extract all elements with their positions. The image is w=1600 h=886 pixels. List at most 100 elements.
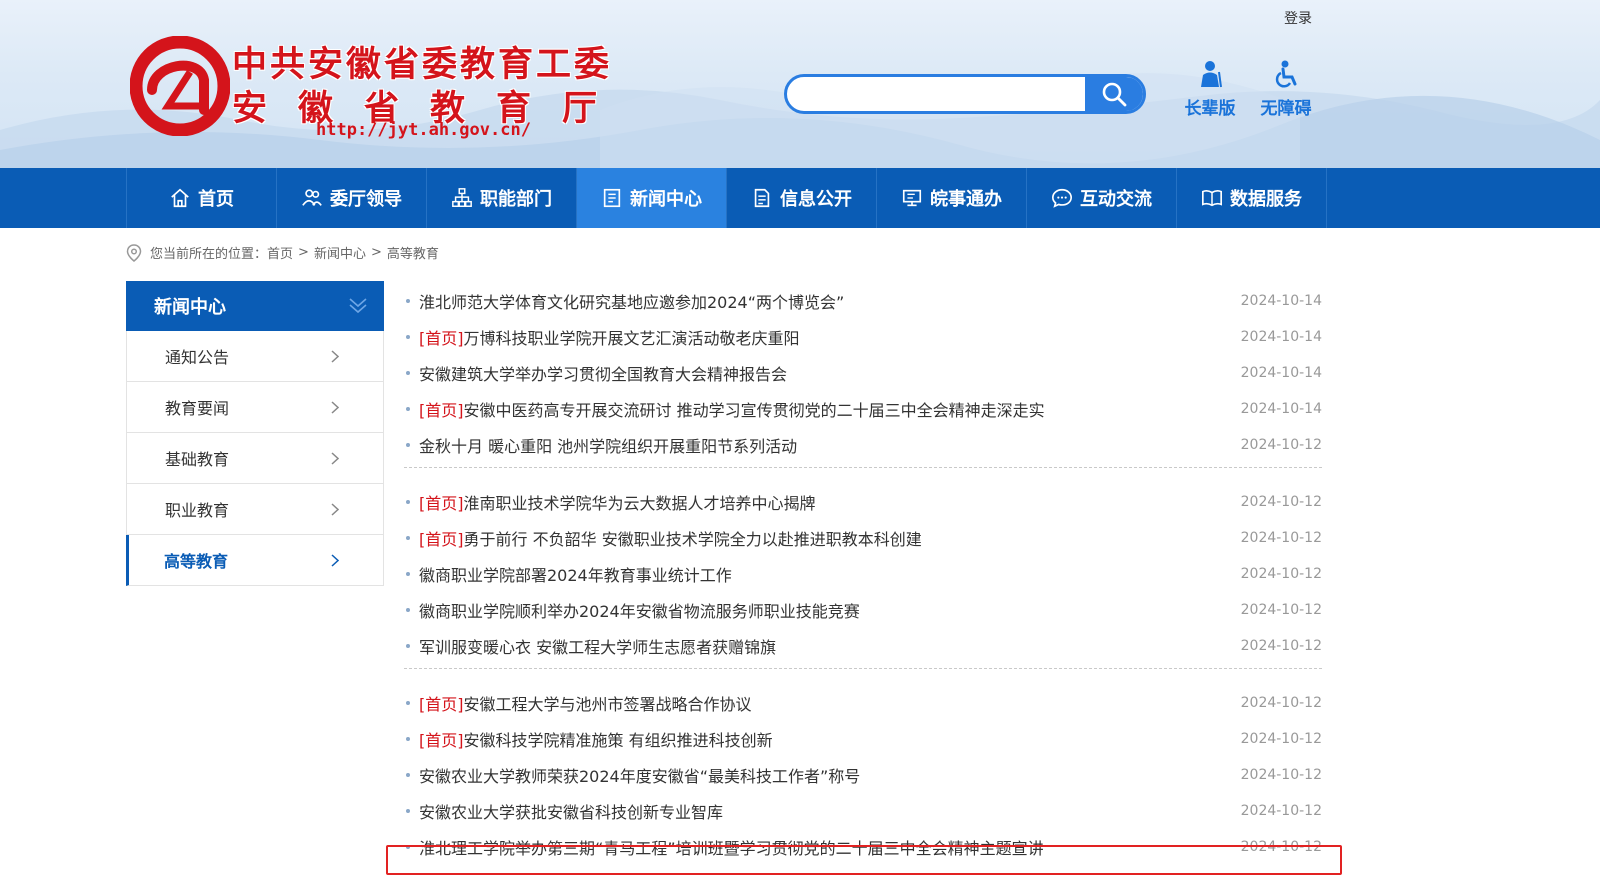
bullet-icon	[406, 809, 410, 813]
news-title[interactable]: 徽商职业学院部署2024年教育事业统计工作	[419, 562, 732, 586]
bullet-icon	[406, 407, 410, 411]
news-date: 2024-10-12	[1240, 803, 1322, 819]
news-title[interactable]: 万博科技职业学院开展文艺汇演活动敬老庆重阳	[464, 325, 800, 349]
news-title[interactable]: 徽商职业学院顺利举办2024年安徽省物流服务师职业技能竞赛	[419, 598, 860, 622]
nav-item-5[interactable]: 皖事通办	[877, 168, 1027, 228]
news-tag[interactable]: [首页]	[419, 727, 464, 751]
sidebar-item[interactable]: 基础教育	[126, 433, 384, 484]
news-row[interactable]: 淮北理工学院举办第三期“青马工程”培训班暨学习贯彻党的二十届三中全会精神主题宣讲…	[404, 829, 1322, 865]
nav-item-6[interactable]: 互动交流	[1027, 168, 1177, 228]
breadcrumb-separator: >	[370, 245, 382, 260]
search-button[interactable]	[1085, 77, 1143, 111]
nav-item-label: 信息公开	[780, 189, 852, 210]
news-date: 2024-10-14	[1240, 329, 1322, 345]
sidebar-item[interactable]: 教育要闻	[126, 382, 384, 433]
news-row[interactable]: [首页] 万博科技职业学院开展文艺汇演活动敬老庆重阳 2024-10-14	[404, 319, 1322, 355]
nav-item-label: 皖事通办	[930, 189, 1002, 210]
news-row[interactable]: [首页] 安徽工程大学与池州市签署战略合作协议 2024-10-12	[404, 685, 1322, 721]
news-title[interactable]: 勇于前行 不负韶华 安徽职业技术学院全力以赴推进职教本科创建	[464, 526, 922, 550]
search-input[interactable]	[787, 77, 1085, 111]
book-icon	[1202, 190, 1222, 207]
news-row[interactable]: 军训服变暖心衣 安徽工程大学师生志愿者获赠锦旗 2024-10-12	[404, 628, 1322, 664]
news-group: [首页] 淮南职业技术学院华为云大数据人才培养中心揭牌 2024-10-12 [首页]…	[404, 484, 1322, 669]
elder-icon	[1201, 61, 1222, 88]
sidebar-item[interactable]: 通知公告	[126, 331, 384, 382]
news-date: 2024-10-12	[1240, 437, 1322, 453]
sidebar-item[interactable]: 高等教育	[126, 535, 384, 586]
news-title[interactable]: 安徽建筑大学举办学习贯彻全国教育大会精神报告会	[419, 361, 787, 385]
nav-item-label: 新闻中心	[630, 189, 702, 210]
news-title[interactable]: 军训服变暖心衣 安徽工程大学师生志愿者获赠锦旗	[419, 634, 776, 658]
login-link[interactable]: 登录	[1284, 8, 1312, 28]
news-title[interactable]: 安徽农业大学获批安徽省科技创新专业智库	[419, 799, 723, 823]
news-title[interactable]: 金秋十月 暖心重阳 池州学院组织开展重阳节系列活动	[419, 433, 797, 457]
nav-item-label: 数据服务	[1230, 189, 1302, 210]
news-row[interactable]: [首页] 勇于前行 不负韶华 安徽职业技术学院全力以赴推进职教本科创建 2024-1…	[404, 520, 1322, 556]
nav-item-2[interactable]: 职能部门	[427, 168, 577, 228]
elder-mode-button[interactable]: 长辈版	[1180, 60, 1240, 119]
news-row[interactable]: 安徽农业大学教师荣获2024年度安徽省“最美科技工作者”称号 2024-10-12	[404, 757, 1322, 793]
news-date: 2024-10-12	[1240, 638, 1322, 654]
people-icon	[302, 189, 322, 206]
nav-item-label: 互动交流	[1080, 189, 1152, 210]
news-title[interactable]: 淮北师范大学体育文化研究基地应邀参加2024“两个博览会”	[419, 289, 844, 313]
news-row[interactable]: 徽商职业学院部署2024年教育事业统计工作 2024-10-12	[404, 556, 1322, 592]
news-date: 2024-10-12	[1240, 695, 1322, 711]
breadcrumb-current[interactable]: 高等教育	[387, 243, 439, 262]
news-row[interactable]: [首页] 淮南职业技术学院华为云大数据人才培养中心揭牌 2024-10-12	[404, 484, 1322, 520]
news-row[interactable]: 淮北师范大学体育文化研究基地应邀参加2024“两个博览会” 2024-10-14	[404, 283, 1322, 319]
bullet-icon	[406, 701, 410, 705]
sidebar-item-label: 通知公告	[165, 348, 230, 367]
news-tag-label: 首页	[425, 494, 458, 513]
bullet-icon	[406, 443, 410, 447]
breadcrumb: 您当前所在的位置： 首页 > 新闻中心 > 高等教育	[126, 243, 439, 262]
news-row[interactable]: [首页] 安徽科技学院精准施策 有组织推进科技创新 2024-10-12	[404, 721, 1322, 757]
nav-item-1[interactable]: 委厅领导	[277, 168, 427, 228]
nav-item-0[interactable]: 首页	[127, 168, 277, 228]
news-title[interactable]: 淮南职业技术学院华为云大数据人才培养中心揭牌	[464, 490, 816, 514]
news-row[interactable]: 金秋十月 暖心重阳 池州学院组织开展重阳节系列活动 2024-10-12	[404, 427, 1322, 463]
accessibility-button[interactable]: 无障碍	[1256, 60, 1316, 119]
news-row[interactable]: 徽商职业学院顺利举办2024年安徽省物流服务师职业技能竞赛 2024-10-12	[404, 592, 1322, 628]
news-row[interactable]: 安徽建筑大学举办学习贯彻全国教育大会精神报告会 2024-10-14	[404, 355, 1322, 391]
double-chevron-down-icon	[349, 298, 367, 314]
nav-item-label: 职能部门	[480, 189, 552, 210]
news-tag-label: 首页	[425, 530, 458, 549]
news-row[interactable]: [首页] 安徽中医药高专开展交流研讨 推动学习宣传贯彻党的二十届三中全会精神走深走…	[404, 391, 1322, 427]
nav-item-7[interactable]: 数据服务	[1177, 168, 1327, 228]
org-chart-icon	[452, 188, 472, 207]
news-icon	[603, 188, 621, 208]
news-list: 淮北师范大学体育文化研究基地应邀参加2024“两个博览会” 2024-10-14[…	[404, 283, 1322, 885]
breadcrumb-section[interactable]: 新闻中心	[314, 243, 366, 262]
bullet-icon	[406, 536, 410, 540]
news-title[interactable]: 安徽中医药高专开展交流研讨 推动学习宣传贯彻党的二十届三中全会精神走深走实	[464, 397, 1045, 421]
news-group: [首页] 安徽工程大学与池州市签署战略合作协议 2024-10-12 [首页] 安徽科技…	[404, 685, 1322, 869]
news-title[interactable]: 安徽农业大学教师荣获2024年度安徽省“最美科技工作者”称号	[419, 763, 860, 787]
news-tag[interactable]: [首页]	[419, 490, 464, 514]
news-tag[interactable]: [首页]	[419, 691, 464, 715]
nav-item-label: 委厅领导	[330, 189, 402, 210]
nav-item-3[interactable]: 新闻中心	[577, 168, 727, 228]
news-title[interactable]: 淮北理工学院举办第三期“青马工程”培训班暨学习贯彻党的二十届三中全会精神主题宣讲	[419, 835, 1044, 859]
news-date: 2024-10-12	[1240, 731, 1322, 747]
site-url: http://jyt.ah.gov.cn/	[316, 120, 531, 140]
nav-item-4[interactable]: 信息公开	[727, 168, 877, 228]
news-tag[interactable]: [首页]	[419, 397, 464, 421]
breadcrumb-home[interactable]: 首页	[267, 243, 293, 262]
news-title[interactable]: 安徽科技学院精准施策 有组织推进科技创新	[464, 727, 773, 751]
sidebar-item-label: 基础教育	[165, 450, 230, 469]
sidebar-item[interactable]: 职业教育	[126, 484, 384, 535]
news-tag[interactable]: [首页]	[419, 526, 464, 550]
breadcrumb-separator: >	[298, 245, 309, 260]
news-tag[interactable]: [首页]	[419, 325, 464, 349]
news-row[interactable]: 安徽农业大学获批安徽省科技创新专业智库 2024-10-12	[404, 793, 1322, 829]
news-tag-label: 首页	[425, 731, 458, 750]
bullet-icon	[406, 644, 410, 648]
news-date: 2024-10-12	[1240, 530, 1322, 546]
news-date: 2024-10-12	[1240, 494, 1322, 510]
news-title[interactable]: 安徽工程大学与池州市签署战略合作协议	[464, 691, 752, 715]
news-date: 2024-10-14	[1240, 293, 1322, 309]
nav-item-label: 首页	[198, 189, 234, 210]
bullet-icon	[406, 335, 410, 339]
news-tag-label: 首页	[425, 329, 458, 348]
